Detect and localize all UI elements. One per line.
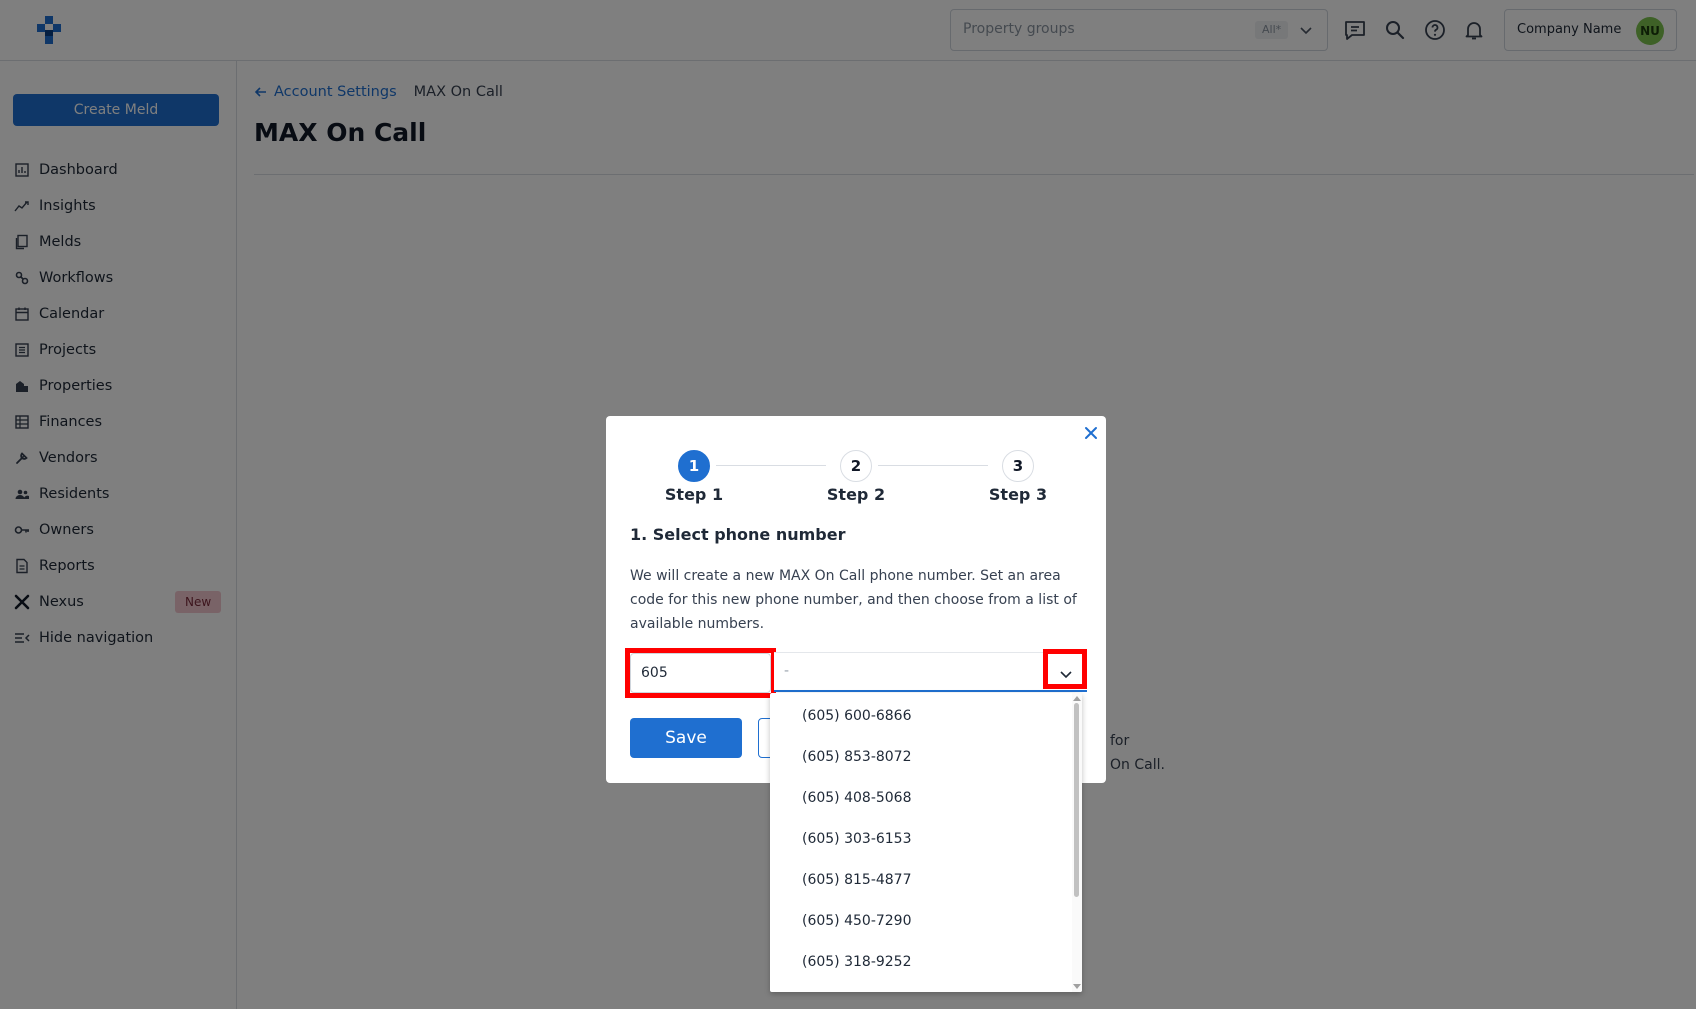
- phone-number-dropdown: (605) 600-6866 (605) 853-8072 (605) 408-…: [770, 693, 1082, 992]
- step-1-label: Step 1: [664, 485, 724, 504]
- step-3-label: Step 3: [988, 485, 1048, 504]
- phone-number-select[interactable]: -: [774, 652, 1087, 692]
- phone-option[interactable]: (605) 600-6866: [802, 708, 912, 724]
- phone-option[interactable]: (605) 815-4877: [802, 872, 912, 888]
- step-connector: [716, 465, 826, 466]
- step-description: We will create a new MAX On Call phone n…: [630, 568, 1077, 632]
- phone-option[interactable]: (605) 853-8072: [802, 749, 912, 765]
- save-button[interactable]: Save: [630, 718, 742, 758]
- scroll-up-arrow-icon[interactable]: [1073, 695, 1081, 701]
- step-3-indicator: 3: [1002, 450, 1034, 482]
- section-title: 1. Select phone number: [630, 525, 846, 544]
- phone-option[interactable]: (605) 318-9252: [802, 954, 912, 970]
- close-icon[interactable]: [1082, 424, 1100, 442]
- scroll-down-arrow-icon[interactable]: [1073, 984, 1081, 990]
- dropdown-toggle-highlight: [1043, 649, 1087, 689]
- step-connector: [878, 465, 988, 466]
- phone-option[interactable]: (605) 408-5068: [802, 790, 912, 806]
- phone-option[interactable]: (605) 450-7290: [802, 913, 912, 929]
- phone-option[interactable]: (605) 303-6153: [802, 831, 912, 847]
- dropdown-scrollbar-thumb[interactable]: [1074, 703, 1079, 897]
- phone-number-select-value: -: [784, 663, 790, 679]
- area-code-highlight: [625, 648, 776, 698]
- step-2-label: Step 2: [826, 485, 886, 504]
- step-2-indicator: 2: [840, 450, 872, 482]
- step-1-indicator: 1: [678, 450, 710, 482]
